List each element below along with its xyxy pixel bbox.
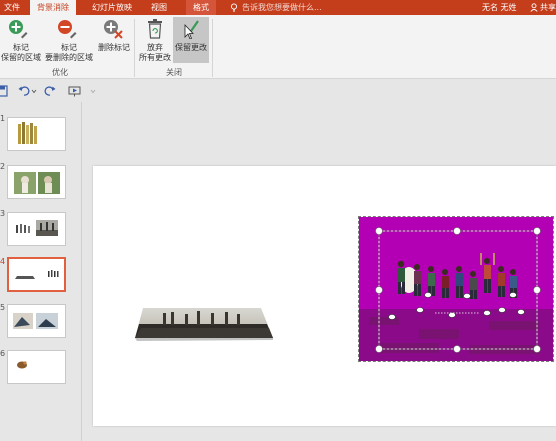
from-beginning-icon[interactable]: [68, 85, 82, 97]
group-separator: [212, 19, 213, 77]
thumbnail-image: [18, 122, 37, 144]
slide-thumbnail-4[interactable]: [7, 257, 66, 292]
mark-remove-label: 标记 要删除的区域: [45, 43, 93, 62]
discard-all-changes-label: 放弃 所有更改: [139, 43, 171, 62]
chevron-down-icon[interactable]: [31, 85, 37, 97]
save-icon[interactable]: [0, 85, 8, 97]
tab-slideshow[interactable]: 幻灯片放映: [86, 0, 138, 15]
slide-thumbnail-3[interactable]: [7, 212, 66, 246]
slide-number: 3: [0, 209, 6, 218]
slide-thumbnail-5[interactable]: [7, 304, 66, 338]
discard-all-changes-button[interactable]: 放弃 所有更改: [137, 17, 173, 65]
slide-number: 6: [0, 349, 6, 358]
thumbnail-image: [13, 313, 58, 329]
slide-thumbnail-pane: 1 2 3 4 5 6: [0, 102, 80, 441]
keep-changes-label: 保留更改: [175, 43, 207, 52]
tab-format[interactable]: 格式: [186, 0, 216, 15]
customize-qat-icon[interactable]: [90, 85, 96, 97]
background-removal-picture[interactable]: [358, 216, 554, 362]
delete-mark-icon: [104, 20, 123, 39]
delete-mark-label: 删除标记: [98, 43, 130, 52]
tab-file[interactable]: 文件: [0, 0, 24, 15]
person-icon: [530, 3, 538, 12]
thumbnail-image: [14, 172, 60, 194]
share-button[interactable]: 共享: [540, 0, 556, 15]
slide-thumbnail-2[interactable]: [7, 165, 66, 199]
slide-thumbnail-1[interactable]: [7, 117, 66, 151]
plus-pencil-icon: [9, 20, 28, 39]
slide-number: 5: [0, 303, 6, 312]
ribbon-tab-bar: 文件 背景消除 幻灯片放映 视图 格式 告诉我您想要做什么... 无名 无姓 共…: [0, 0, 556, 15]
mark-keep-label: 标记 保留的区域: [1, 43, 41, 62]
thumbnail-image: [14, 220, 58, 236]
group-close-label: 关闭: [166, 68, 182, 77]
tilted-beach-picture[interactable]: [133, 306, 275, 342]
trash-icon: [148, 19, 162, 39]
delete-mark-button[interactable]: 删除标记: [96, 17, 132, 65]
thumbnail-image: [17, 361, 27, 369]
slide-number: 2: [0, 162, 6, 171]
group-optimize-label: 优化: [52, 68, 68, 77]
user-name[interactable]: 无名 无姓: [482, 0, 517, 15]
undo-icon[interactable]: [18, 85, 30, 97]
group-separator: [134, 19, 135, 77]
pane-divider: [81, 102, 82, 441]
slide-canvas[interactable]: [93, 166, 556, 426]
tell-me-search[interactable]: 告诉我您想要做什么...: [242, 0, 322, 15]
keep-changes-check-icon: [184, 20, 199, 39]
mark-remove-button[interactable]: 标记 要删除的区域: [44, 17, 94, 65]
tab-background-removal[interactable]: 背景消除: [30, 0, 76, 15]
mark-keep-button[interactable]: 标记 保留的区域: [0, 17, 42, 65]
removal-preview: [359, 217, 553, 361]
slide-number: 1: [0, 114, 6, 123]
slide-thumbnail-6[interactable]: [7, 350, 66, 384]
quick-access-toolbar: [0, 80, 556, 102]
minus-pencil-icon: [58, 20, 77, 39]
tab-view[interactable]: 视图: [146, 0, 172, 15]
slide-number: 4: [0, 257, 6, 266]
lightbulb-icon: [230, 3, 238, 12]
ribbon-panel: 标记 保留的区域 标记 要删除的区域 删除标记 优化 放弃 所有更改 保留更改 …: [0, 15, 556, 79]
thumbnail-image: [15, 270, 61, 279]
keep-changes-button[interactable]: 保留更改: [173, 17, 209, 63]
redo-icon[interactable]: [44, 85, 56, 97]
